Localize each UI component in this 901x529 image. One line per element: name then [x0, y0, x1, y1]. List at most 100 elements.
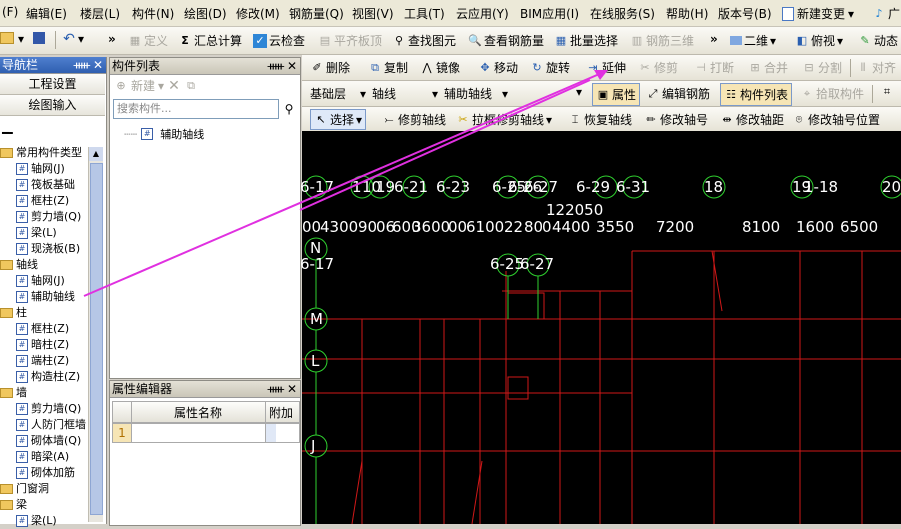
tree-item[interactable]: # 框柱(Z): [16, 321, 69, 337]
view-rebar-button[interactable]: 🔍 查看钢筋量: [468, 32, 544, 49]
close-icon[interactable]: ✕: [287, 58, 297, 74]
menu-tools[interactable]: 工具(T): [404, 5, 445, 22]
draw-input-button[interactable]: 绘图输入: [0, 95, 105, 116]
view-top-dropdown[interactable]: ◧ 俯视 ▾: [795, 32, 843, 49]
category-dropdown[interactable]: 轴线 ▾: [372, 85, 438, 102]
nav-scrollbar[interactable]: ▲: [88, 147, 103, 522]
tree-item[interactable]: # 剪力墙(Q): [16, 209, 81, 225]
tree-item[interactable]: # 剪力墙(Q): [16, 401, 81, 417]
flush-slab-button[interactable]: ▤ 平齐板顶: [318, 32, 382, 49]
batch-select-button[interactable]: ▦ 批量选择: [554, 32, 618, 49]
tree-item[interactable]: # 梁(L): [16, 513, 57, 529]
rotate-button[interactable]: ↻ 旋转: [530, 59, 570, 76]
menu-draw[interactable]: 绘图(D): [184, 5, 227, 22]
open-button[interactable]: [0, 32, 14, 44]
type-dropdown[interactable]: 辅助轴线 ▾: [444, 85, 508, 102]
menu-version[interactable]: 版本号(B): [718, 5, 772, 22]
tree-item[interactable]: # 砌体加筋: [16, 465, 75, 481]
menu-cloud[interactable]: 云应用(Y): [456, 5, 509, 22]
tree-item[interactable]: # 现浇板(B): [16, 241, 80, 257]
toolbar-overflow-2[interactable]: »: [710, 32, 718, 46]
align-button[interactable]: ⫴ 对齐: [856, 59, 896, 76]
rebar-3d-button[interactable]: ▥ 钢筋三维: [630, 32, 694, 49]
tree-item[interactable]: # 梁(L): [16, 225, 57, 241]
modify-axis-no-button[interactable]: ✏ 修改轴号: [644, 111, 708, 128]
modify-axis-dist-button[interactable]: ⇹ 修改轴距: [720, 111, 784, 128]
tree-folder[interactable]: 柱: [0, 305, 27, 321]
new-component-button[interactable]: ⊕ 新建 ▾ ✕ ⧉: [114, 77, 198, 94]
menu-file[interactable]: (F): [2, 5, 18, 19]
menu-rebar-qty[interactable]: 钢筋量(Q): [289, 5, 344, 22]
dynamic-view-button[interactable]: ✎ 动态: [858, 32, 898, 49]
menu-floor[interactable]: 楼层(L): [80, 5, 120, 22]
undo-button[interactable]: ↶ ▾: [62, 32, 84, 46]
list-item[interactable]: ┄┄ # 辅助轴线: [124, 126, 204, 142]
view-2d-dropdown[interactable]: 二维 ▾: [730, 32, 776, 49]
drawing-canvas[interactable]: 6-17 1 10 19 6-21 6-23 6-25 6-26 6-27 6-…: [300, 131, 901, 524]
tree-item[interactable]: # 人防门框墙: [16, 417, 86, 433]
drag-trim-axis-button[interactable]: ✂ 拉框修剪轴线 ▾: [456, 111, 552, 128]
scroll-up-icon[interactable]: ▲: [89, 147, 103, 161]
pin-icon[interactable]: ᚔ: [268, 381, 284, 397]
axis-tool-button[interactable]: ⌗: [880, 85, 894, 99]
tree-item[interactable]: # 辅助轴线: [16, 289, 75, 305]
tree-folder[interactable]: 轴线: [0, 257, 38, 273]
scroll-thumb[interactable]: [90, 163, 103, 515]
tree-folder[interactable]: 常用构件类型: [0, 145, 82, 161]
dropdown-button[interactable]: ▾: [18, 32, 24, 46]
tree-folder[interactable]: 墙: [0, 385, 27, 401]
component-list-button[interactable]: ☷ 构件列表: [720, 83, 793, 106]
new-change-menu[interactable]: 新建变更 ▾: [782, 5, 854, 22]
tree-item[interactable]: # 轴网(J): [16, 161, 65, 177]
tree-item[interactable]: # 轴网(J): [16, 273, 65, 289]
merge-button[interactable]: ⊞ 合并: [748, 59, 788, 76]
select-button[interactable]: ↖ 选择 ▾: [310, 109, 367, 130]
tree-item[interactable]: # 暗柱(Z): [16, 337, 69, 353]
search-input[interactable]: 搜索构件...: [113, 99, 279, 119]
copy-icon[interactable]: ⧉: [184, 79, 198, 93]
trim-button[interactable]: ✂ 修剪: [638, 59, 678, 76]
tree-item[interactable]: # 端柱(Z): [16, 353, 69, 369]
edit-rebar-button[interactable]: ⤢ 编辑钢筋: [646, 85, 710, 102]
break-button[interactable]: ⊣ 打断: [694, 59, 734, 76]
delete-icon[interactable]: ✕: [167, 79, 181, 93]
instance-dropdown[interactable]: ▾: [514, 85, 582, 99]
pin-icon[interactable]: ᚔ: [74, 57, 90, 73]
menu-component[interactable]: 构件(N): [132, 5, 174, 22]
trim-axis-button[interactable]: ⤚ 修剪轴线: [382, 111, 446, 128]
tree-item[interactable]: # 筏板基础: [16, 177, 75, 193]
tree-item[interactable]: # 框柱(Z): [16, 193, 69, 209]
tree-folder[interactable]: 门窗洞: [0, 481, 49, 497]
menu-modify[interactable]: 修改(M): [236, 5, 280, 22]
tree-item[interactable]: # 暗梁(A): [16, 449, 69, 465]
pick-component-button[interactable]: ⌖ 拾取构件: [800, 85, 864, 102]
menu-online[interactable]: 在线服务(S): [590, 5, 655, 22]
mirror-button[interactable]: ⋀ 镜像: [420, 59, 460, 76]
move-button[interactable]: ✥ 移动: [478, 59, 518, 76]
menu-edit[interactable]: 编辑(E): [26, 5, 67, 22]
menu-bim[interactable]: BIM应用(I): [520, 5, 579, 22]
project-settings-button[interactable]: 工程设置: [0, 74, 105, 95]
pin-icon[interactable]: ᚔ: [268, 58, 284, 74]
close-icon[interactable]: ✕: [93, 57, 103, 73]
extend-button[interactable]: ⇥ 延伸: [586, 59, 626, 76]
modify-axis-pos-button[interactable]: ⌾ 修改轴号位置: [792, 111, 880, 128]
sum-calc-button[interactable]: Σ 汇总计算: [178, 32, 242, 49]
toolbar-overflow[interactable]: »: [108, 32, 116, 46]
tree-folder[interactable]: 梁: [0, 497, 27, 513]
restore-axis-button[interactable]: ⌶ 恢复轴线: [568, 111, 632, 128]
menu-help[interactable]: 帮助(H): [666, 5, 708, 22]
define-button[interactable]: ▦ 定义: [128, 32, 168, 49]
menu-view[interactable]: 视图(V): [352, 5, 394, 22]
tree-item[interactable]: # 砌体墙(Q): [16, 433, 81, 449]
save-button[interactable]: [33, 32, 45, 44]
tree-item[interactable]: # 构造柱(Z): [16, 369, 80, 385]
delete-button[interactable]: ✐ 删除: [310, 59, 350, 76]
properties-button[interactable]: ▣ 属性: [592, 83, 641, 106]
layer-dropdown[interactable]: 基础层 ▾: [310, 85, 366, 102]
broadcast-menu[interactable]: ♪ 广: [872, 5, 900, 22]
copy-button[interactable]: ⧉ 复制: [368, 59, 408, 76]
close-icon[interactable]: ✕: [287, 381, 297, 397]
search-icon[interactable]: ⚲: [280, 99, 298, 119]
tree-toggle-icon[interactable]: ━╸: [2, 126, 16, 140]
